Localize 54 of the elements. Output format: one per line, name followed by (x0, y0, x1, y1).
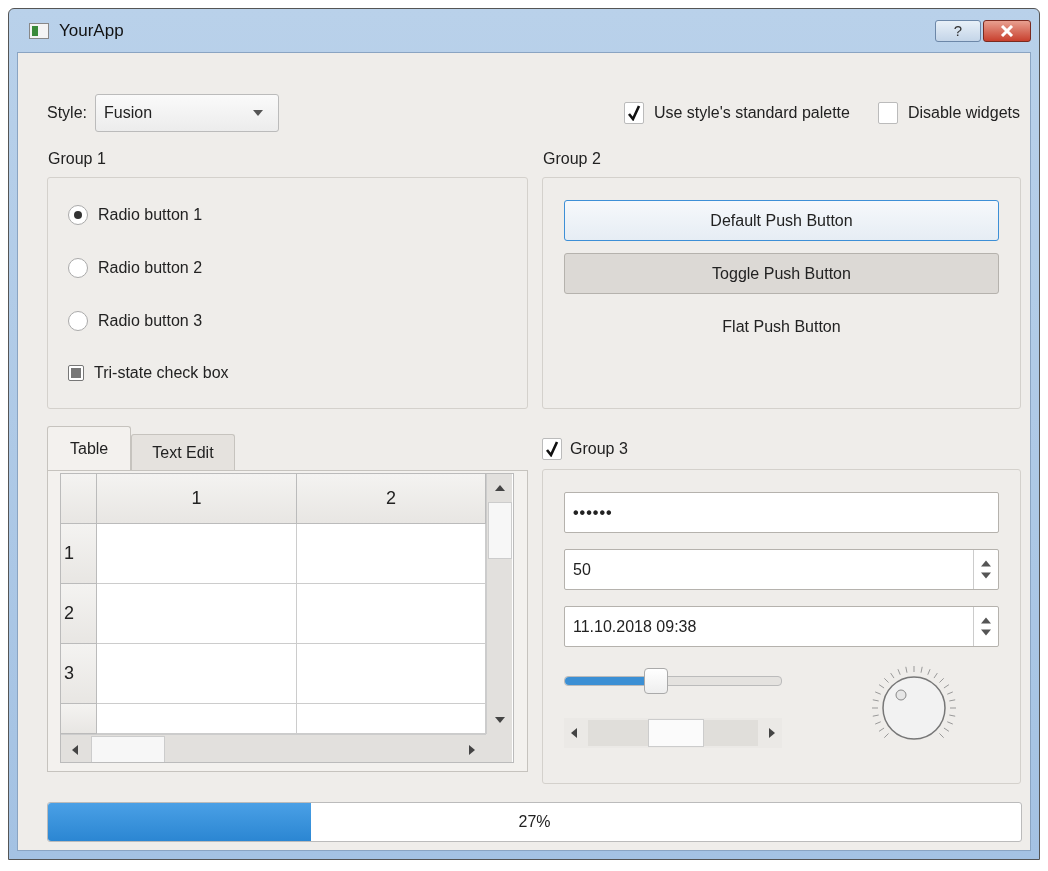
left-arrow-icon[interactable] (71, 743, 79, 756)
group-title: Group 2 (543, 149, 602, 169)
column-header[interactable]: 1 (97, 474, 297, 524)
row-header[interactable]: 3 (61, 644, 97, 704)
radio-button[interactable] (68, 257, 88, 278)
right-arrow-icon[interactable] (768, 727, 776, 739)
down-arrow-icon[interactable] (493, 716, 506, 724)
radio-label: Radio button 2 (98, 258, 203, 277)
help-button[interactable]: ? (935, 19, 981, 42)
row-header[interactable]: 1 (61, 524, 97, 584)
close-icon (1000, 24, 1014, 37)
checkbox[interactable] (623, 102, 644, 124)
vertical-scrollbar[interactable] (486, 474, 512, 734)
tab[interactable]: Text Edit (131, 434, 235, 470)
slider[interactable] (564, 668, 782, 694)
progress-label: 27% (518, 813, 551, 831)
horizontal-scrollbar[interactable] (61, 734, 486, 762)
group-checkbox[interactable] (542, 438, 562, 460)
spin-box[interactable]: 50 (564, 549, 999, 590)
checkbox[interactable] (877, 102, 898, 124)
close-button[interactable] (983, 19, 1031, 42)
app-icon (29, 22, 49, 39)
slider-handle[interactable] (643, 668, 668, 694)
scrollbar-thumb[interactable] (91, 735, 165, 762)
window-title: YourApp (59, 20, 124, 41)
horizontal-scrollbar[interactable] (564, 718, 782, 748)
checkbox-label: Tri-state check box (94, 363, 229, 382)
push-button[interactable]: Flat Push Button (564, 306, 999, 347)
column-header[interactable]: 2 (297, 474, 486, 524)
radio-button[interactable] (68, 204, 88, 225)
scrollbar-thumb[interactable] (487, 502, 512, 559)
datetime-field[interactable]: 11.10.2018 09:38 (564, 606, 999, 647)
checkbox-label: Use style's standard palette (653, 104, 850, 122)
row-header[interactable] (61, 704, 97, 734)
left-arrow-icon[interactable] (570, 727, 578, 739)
tab[interactable]: Table (47, 426, 132, 470)
push-button[interactable]: Toggle Push Button (564, 253, 999, 294)
checkbox-label: Disable widgets (907, 104, 1020, 122)
push-button[interactable]: Default Push Button (564, 200, 999, 241)
radio-label: Radio button 1 (98, 205, 203, 224)
table-corner[interactable] (61, 474, 97, 524)
row-header[interactable]: 2 (61, 584, 97, 644)
style-label: Style: (47, 104, 87, 122)
style-dropdown[interactable]: Fusion (95, 94, 279, 132)
radio-button[interactable] (68, 310, 88, 331)
group-title: Group 3 (570, 440, 628, 458)
up-arrow-icon[interactable] (493, 484, 506, 492)
radio-label: Radio button 3 (98, 311, 203, 330)
dropdown-arrow-icon (252, 109, 264, 117)
scrollbar-thumb[interactable] (648, 719, 704, 747)
group-title: Group 1 (48, 149, 107, 169)
password-field[interactable]: •••••• (564, 492, 999, 533)
tristate-checkbox[interactable] (68, 364, 84, 381)
right-arrow-icon[interactable] (468, 743, 476, 756)
